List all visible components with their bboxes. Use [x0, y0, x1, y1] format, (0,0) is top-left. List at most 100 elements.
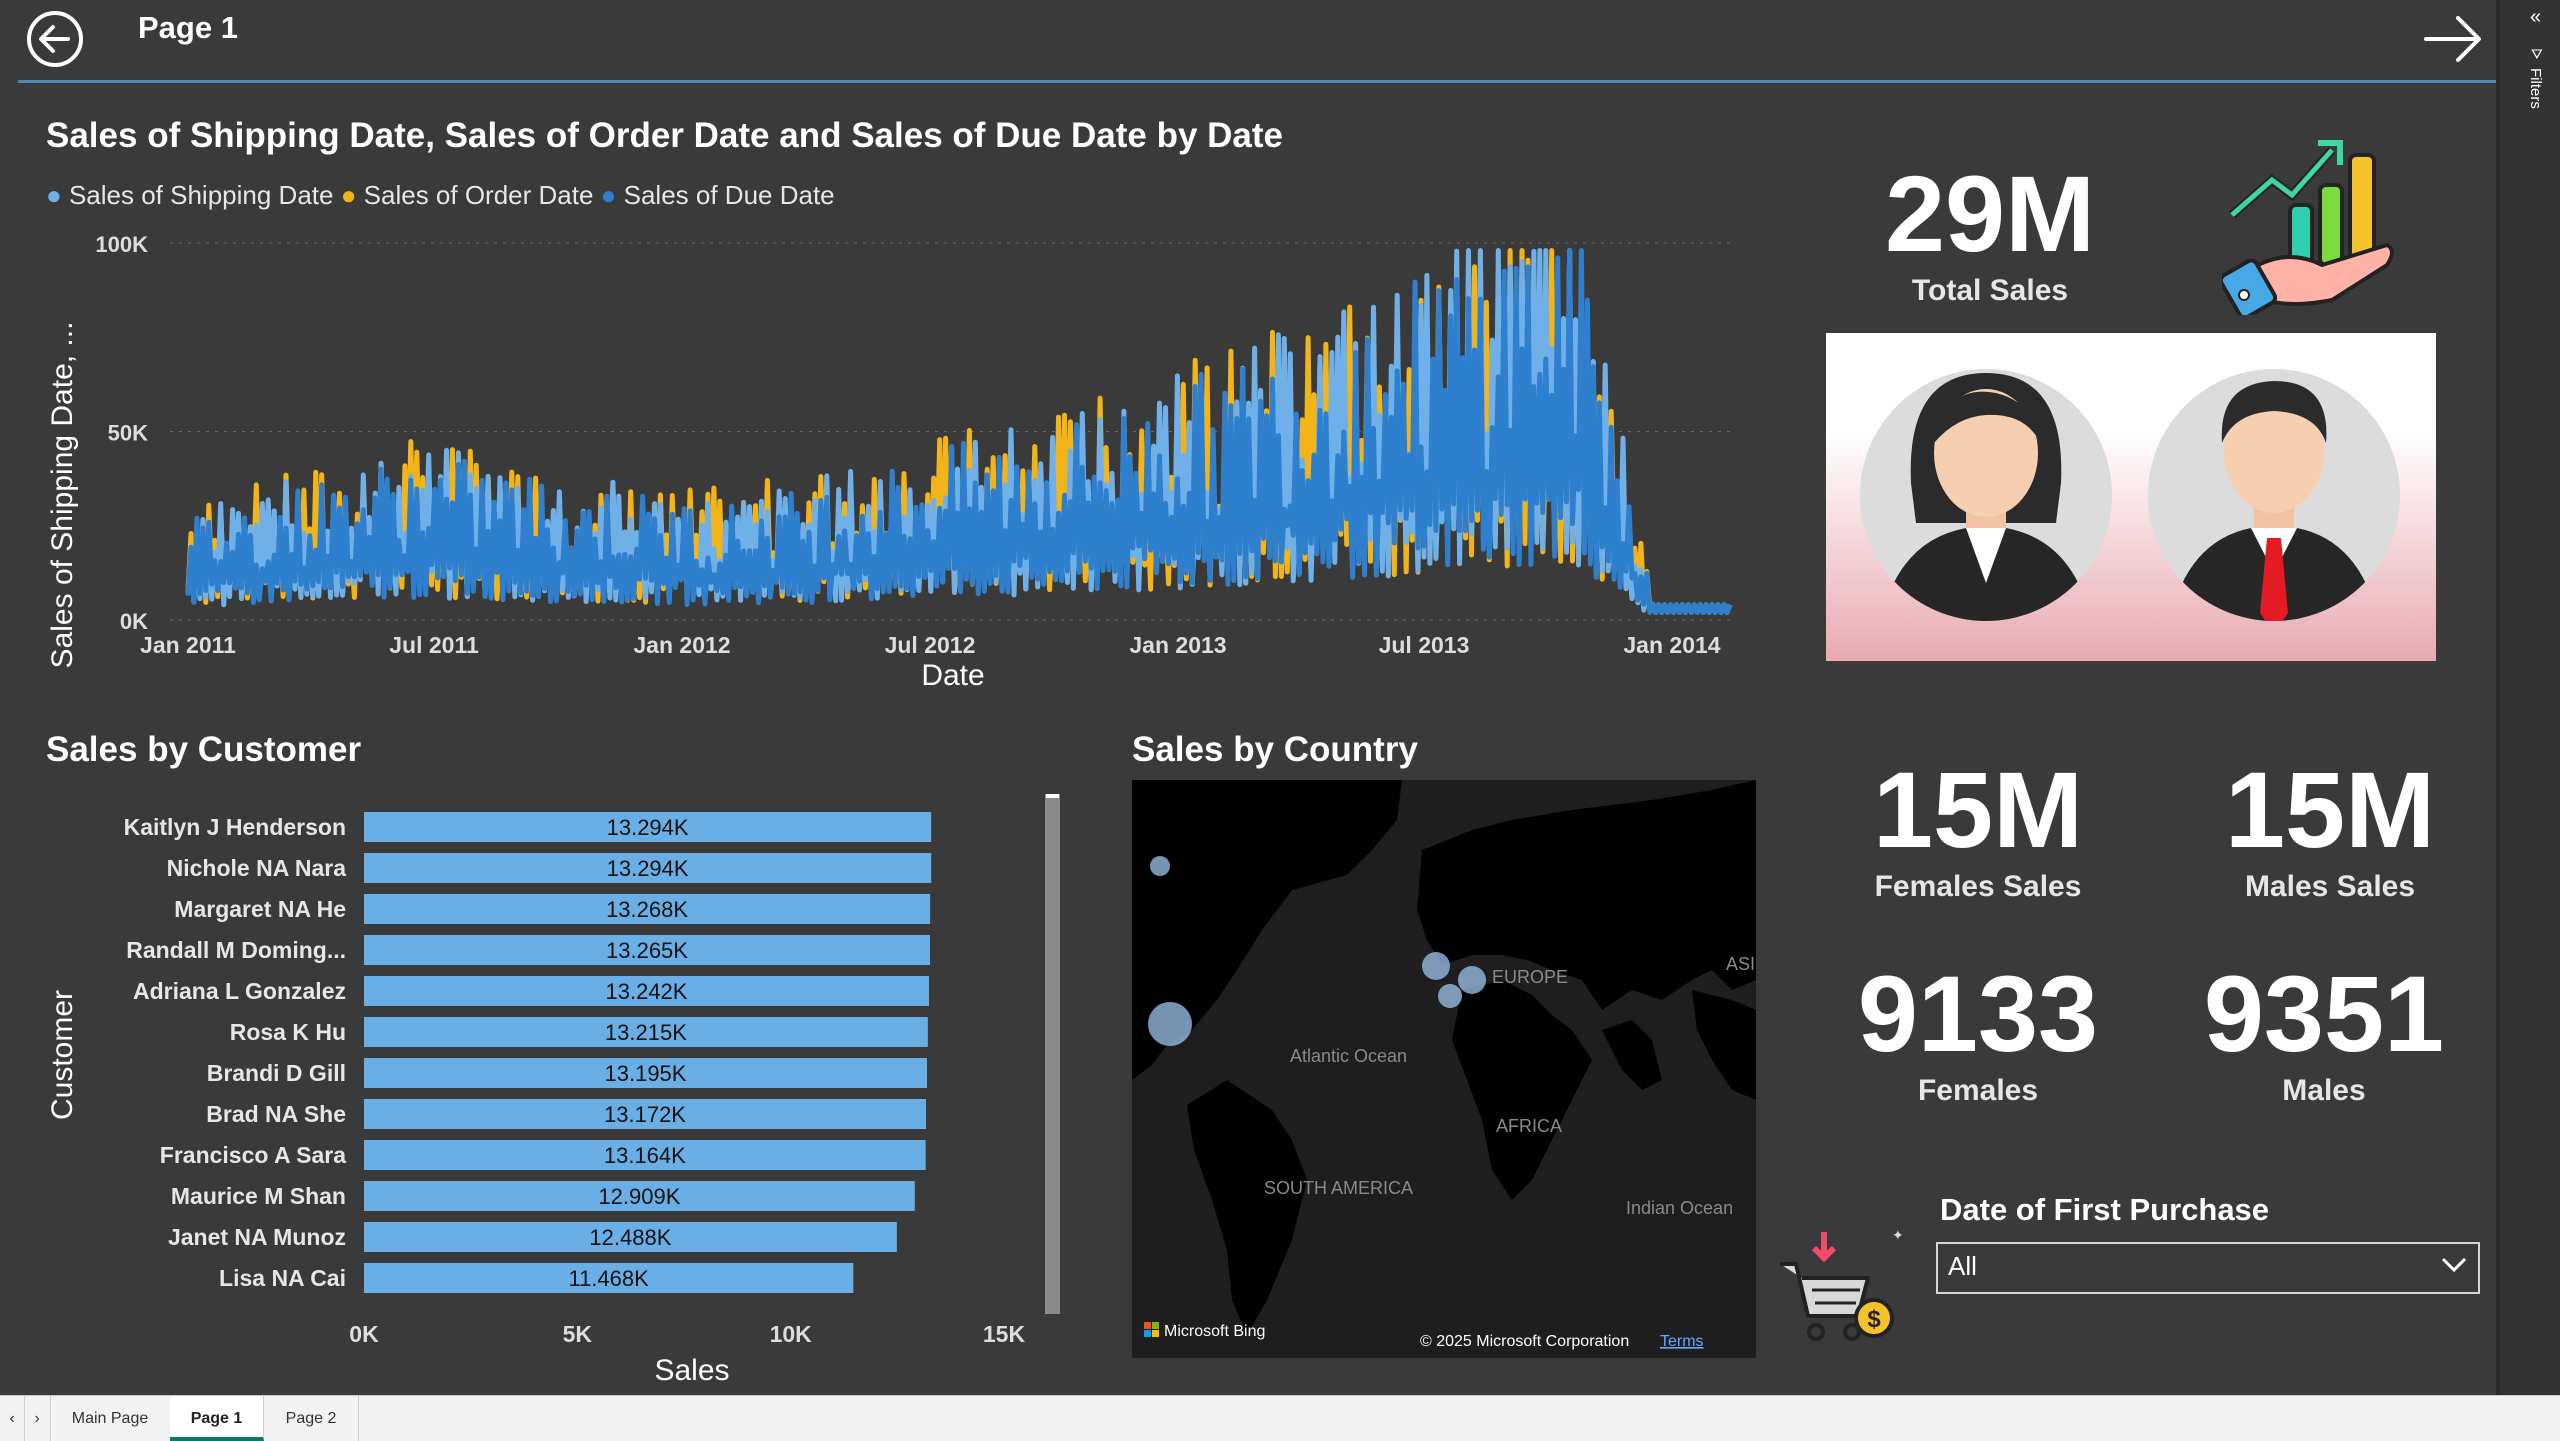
- map-label-africa: AFRICA: [1496, 1116, 1562, 1136]
- gender-image-card: [1826, 333, 2436, 661]
- map-terms-link: Terms: [1660, 1333, 1704, 1350]
- line-chart-legend: ● Sales of Shipping Date ● Sales of Orde…: [46, 180, 835, 210]
- svg-text:$: $: [1867, 1306, 1881, 1333]
- tab-main-page[interactable]: Main Page: [50, 1396, 171, 1441]
- tab-scroll-right[interactable]: ›: [24, 1396, 51, 1441]
- page-title: Page 1: [138, 10, 238, 45]
- map-bubble: [1438, 984, 1462, 1008]
- males-count-value: 9351: [2203, 953, 2445, 1074]
- map-attribution: Microsoft Bing: [1164, 1323, 1265, 1340]
- map-label-indian: Indian Ocean: [1626, 1198, 1733, 1218]
- map-label-atlantic: Atlantic Ocean: [1290, 1046, 1407, 1066]
- x-axis-title: Date: [921, 659, 984, 692]
- sales-by-country-map[interactable]: EUROPE ASI Atlantic Ocean AFRICA SOUTH A…: [1132, 780, 1756, 1358]
- double-chevron-left-icon[interactable]: «: [2530, 6, 2541, 29]
- growth-chart-hand-icon: [2218, 125, 2402, 320]
- bar-data-label: 13.294K: [607, 815, 689, 840]
- bar-data-label: 13.294K: [607, 856, 689, 881]
- customer-label: Janet NA Munoz: [168, 1224, 346, 1250]
- x-tick-label: 10K: [770, 1321, 813, 1347]
- map-copyright: © 2025 Microsoft Corporation: [1420, 1333, 1629, 1350]
- x-tick-label: Jan 2014: [1623, 632, 1720, 658]
- legend-due[interactable]: Sales of Due Date: [624, 180, 835, 210]
- male-avatar-icon: [2148, 369, 2400, 621]
- total-sales-label: Total Sales: [1911, 274, 2069, 307]
- map-label-south-america: SOUTH AMERICA: [1264, 1178, 1413, 1198]
- x-tick-label: Jan 2013: [1129, 632, 1226, 658]
- bar-data-label: 13.195K: [605, 1061, 687, 1086]
- page-tab-bar: ‹ › Main Page Page 1 Page 2: [0, 1395, 2560, 1441]
- females-count-value: 9133: [1857, 953, 2099, 1074]
- customer-label: Adriana L Gonzalez: [133, 978, 346, 1004]
- bar-chart-title: Sales by Customer: [46, 730, 362, 769]
- y-axis-title: Customer: [46, 990, 79, 1120]
- map-bubble: [1150, 856, 1170, 876]
- total-sales-value: 29M: [1884, 153, 2096, 274]
- line-chart-title: Sales of Shipping Date, Sales of Order D…: [46, 116, 1283, 155]
- customer-label: Margaret NA He: [174, 896, 346, 922]
- map-bubble: [1148, 1002, 1192, 1046]
- bar-data-label: 13.268K: [606, 897, 688, 922]
- map-bubble: [1458, 966, 1486, 994]
- tab-scroll-left[interactable]: ‹: [0, 1396, 25, 1441]
- map-title: Sales by Country: [1132, 730, 1418, 769]
- male-sales-label: Males Sales: [2244, 870, 2416, 903]
- filters-label[interactable]: Filters: [2527, 68, 2544, 109]
- date-first-purchase-dropdown[interactable]: [1936, 1242, 2480, 1294]
- x-tick-label: Jan 2012: [633, 632, 730, 658]
- y-axis-title: Sales of Shipping Date, ...: [46, 322, 79, 669]
- customer-label: Randall M Doming...: [126, 937, 346, 963]
- map-label-europe: EUROPE: [1492, 967, 1568, 987]
- y-tick-label: 0K: [120, 609, 148, 634]
- bar-data-label: 12.488K: [589, 1225, 671, 1250]
- customer-label: Lisa NA Cai: [219, 1265, 346, 1291]
- female-sales-value: 15M: [1872, 749, 2084, 870]
- shopping-cart-dollar-icon: $ ✦: [1772, 1227, 1904, 1348]
- bar-data-label: 11.468K: [568, 1266, 649, 1291]
- bar-data-label: 13.215K: [605, 1020, 687, 1045]
- x-tick-label: Jan 2011: [140, 632, 236, 658]
- bar-data-label: 13.172K: [604, 1102, 686, 1127]
- page-header: [18, 0, 2496, 83]
- forward-arrow-icon[interactable]: [2420, 8, 2486, 70]
- slicer-selected-value[interactable]: All: [1948, 1251, 1977, 1282]
- males-count-label: Males: [2282, 1074, 2366, 1107]
- customer-label: Kaitlyn J Henderson: [124, 814, 346, 840]
- x-axis-title: Sales: [654, 1354, 729, 1387]
- x-tick-label: Jul 2013: [1379, 632, 1470, 658]
- bar-data-label: 13.164K: [604, 1143, 686, 1168]
- back-arrow-icon[interactable]: [24, 8, 86, 70]
- bar-chart-scrollbar: [1045, 794, 1060, 1314]
- filters-pane[interactable]: [2496, 0, 2560, 1395]
- bar-chart[interactable]: Kaitlyn J Henderson 13.294K Nichole NA Nar…: [20, 780, 1060, 1400]
- map-label-asia: ASI: [1726, 954, 1755, 974]
- tab-page-1[interactable]: Page 1: [170, 1396, 264, 1441]
- customer-label: Francisco A Sara: [160, 1142, 346, 1168]
- customer-label: Brad NA She: [206, 1101, 346, 1127]
- x-tick-label: 15K: [983, 1321, 1026, 1347]
- slicer-title: Date of First Purchase: [1940, 1192, 2270, 1227]
- map-bubble: [1422, 952, 1450, 980]
- bar-data-label: 13.242K: [606, 979, 688, 1004]
- females-count-label: Females: [1917, 1074, 2039, 1107]
- x-tick-label: Jul 2011: [389, 632, 479, 658]
- tab-page-2[interactable]: Page 2: [264, 1396, 359, 1441]
- customer-label: Nichole NA Nara: [167, 855, 347, 881]
- x-tick-label: Jul 2012: [885, 632, 976, 658]
- line-chart[interactable]: Jan 2011 Jul 2011 Jan 2012 Jul 2012 Jan 2013…: [20, 225, 1760, 695]
- customer-label: Brandi D Gill: [207, 1060, 346, 1086]
- x-tick-label: 5K: [563, 1321, 593, 1347]
- customer-label: Rosa K Hu: [230, 1019, 346, 1045]
- chevron-down-icon[interactable]: [2440, 1254, 2468, 1279]
- female-sales-label: Females Sales: [1874, 870, 2082, 903]
- x-tick-label: 0K: [349, 1321, 379, 1347]
- funnel-icon: ⛛: [2531, 46, 2543, 62]
- svg-text:✦: ✦: [1892, 1228, 1902, 1243]
- customer-label: Maurice M Shan: [171, 1183, 346, 1209]
- legend-shipping[interactable]: Sales of Shipping Date: [69, 180, 334, 210]
- bar-data-label: 13.265K: [606, 938, 688, 963]
- legend-order[interactable]: Sales of Order Date: [364, 180, 594, 210]
- y-tick-label: 50K: [108, 421, 148, 446]
- y-tick-label: 100K: [95, 232, 148, 257]
- male-sales-value: 15M: [2224, 749, 2436, 870]
